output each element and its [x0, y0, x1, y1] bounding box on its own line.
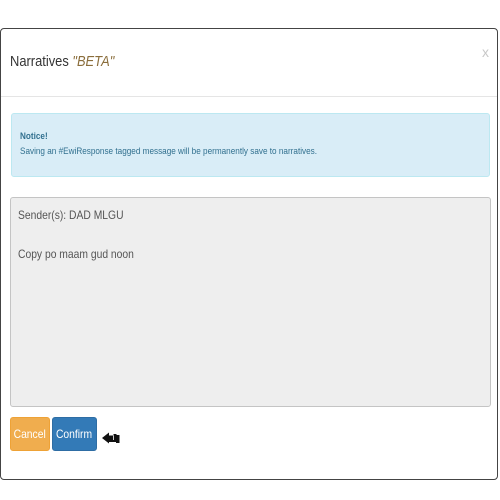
confirm-button[interactable]: Confirm: [52, 417, 97, 451]
notice-text: Saving an #EwiResponse tagged message wi…: [20, 146, 318, 157]
notice-title: Notice!: [20, 131, 48, 142]
cancel-button[interactable]: Cancel: [10, 417, 50, 451]
modal-title: Narratives "BETA": [10, 53, 114, 70]
modal-title-text: Narratives: [10, 53, 73, 70]
screen: Narratives "BETA" x Notice! Saving an #E…: [0, 0, 500, 500]
narratives-modal: Narratives "BETA" x Notice! Saving an #E…: [0, 28, 498, 480]
confirm-button-label: Confirm: [56, 427, 93, 441]
modal-header: Narratives "BETA" x: [1, 29, 497, 97]
narrative-sender: Sender(s): DAD MLGU: [18, 208, 124, 222]
notice-alert: Notice! Saving an #EwiResponse tagged me…: [11, 113, 490, 177]
beta-label: "BETA": [72, 53, 115, 70]
cancel-button-label: Cancel: [13, 427, 47, 441]
close-button[interactable]: x: [482, 45, 489, 59]
pointing-hand-icon: [102, 432, 120, 444]
narrative-textarea[interactable]: Sender(s): DAD MLGU Copy po maam gud noo…: [10, 197, 491, 407]
narrative-message: Copy po maam gud noon: [18, 247, 134, 261]
